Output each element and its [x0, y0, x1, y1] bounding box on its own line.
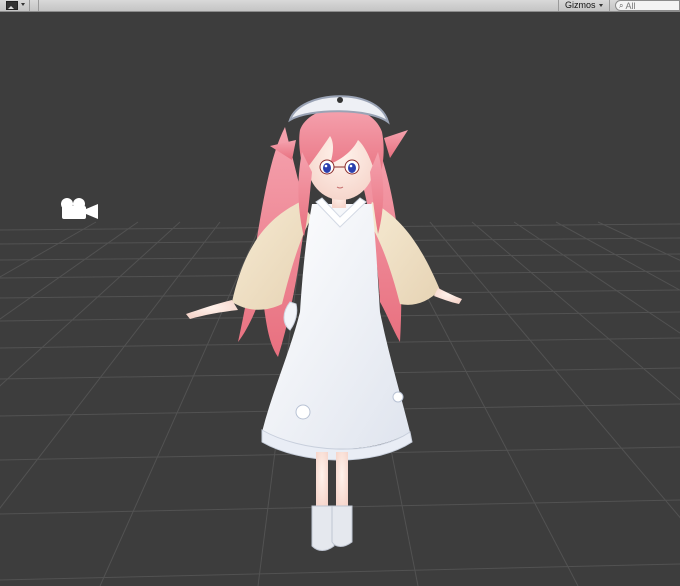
caret-down-icon	[598, 4, 603, 7]
scene-viewport[interactable]	[0, 12, 680, 586]
gizmos-dropdown[interactable]: Gizmos	[558, 0, 610, 11]
search-icon: ⌕	[619, 1, 624, 10]
toolbar-divider	[38, 0, 39, 11]
scene-toolbar: Gizmos ⌕	[0, 0, 680, 12]
image-icon	[6, 1, 18, 10]
scene-canvas[interactable]	[0, 12, 680, 586]
search-input[interactable]	[625, 1, 666, 10]
gizmos-label: Gizmos	[565, 0, 596, 10]
character-model[interactable]	[186, 95, 462, 551]
caret-down-icon	[21, 3, 25, 6]
scene-view-window: Gizmos ⌕	[0, 0, 680, 586]
camera-icon[interactable]	[61, 198, 98, 219]
search-field[interactable]: ⌕	[615, 0, 680, 11]
draw-mode-dropdown[interactable]	[0, 0, 30, 11]
